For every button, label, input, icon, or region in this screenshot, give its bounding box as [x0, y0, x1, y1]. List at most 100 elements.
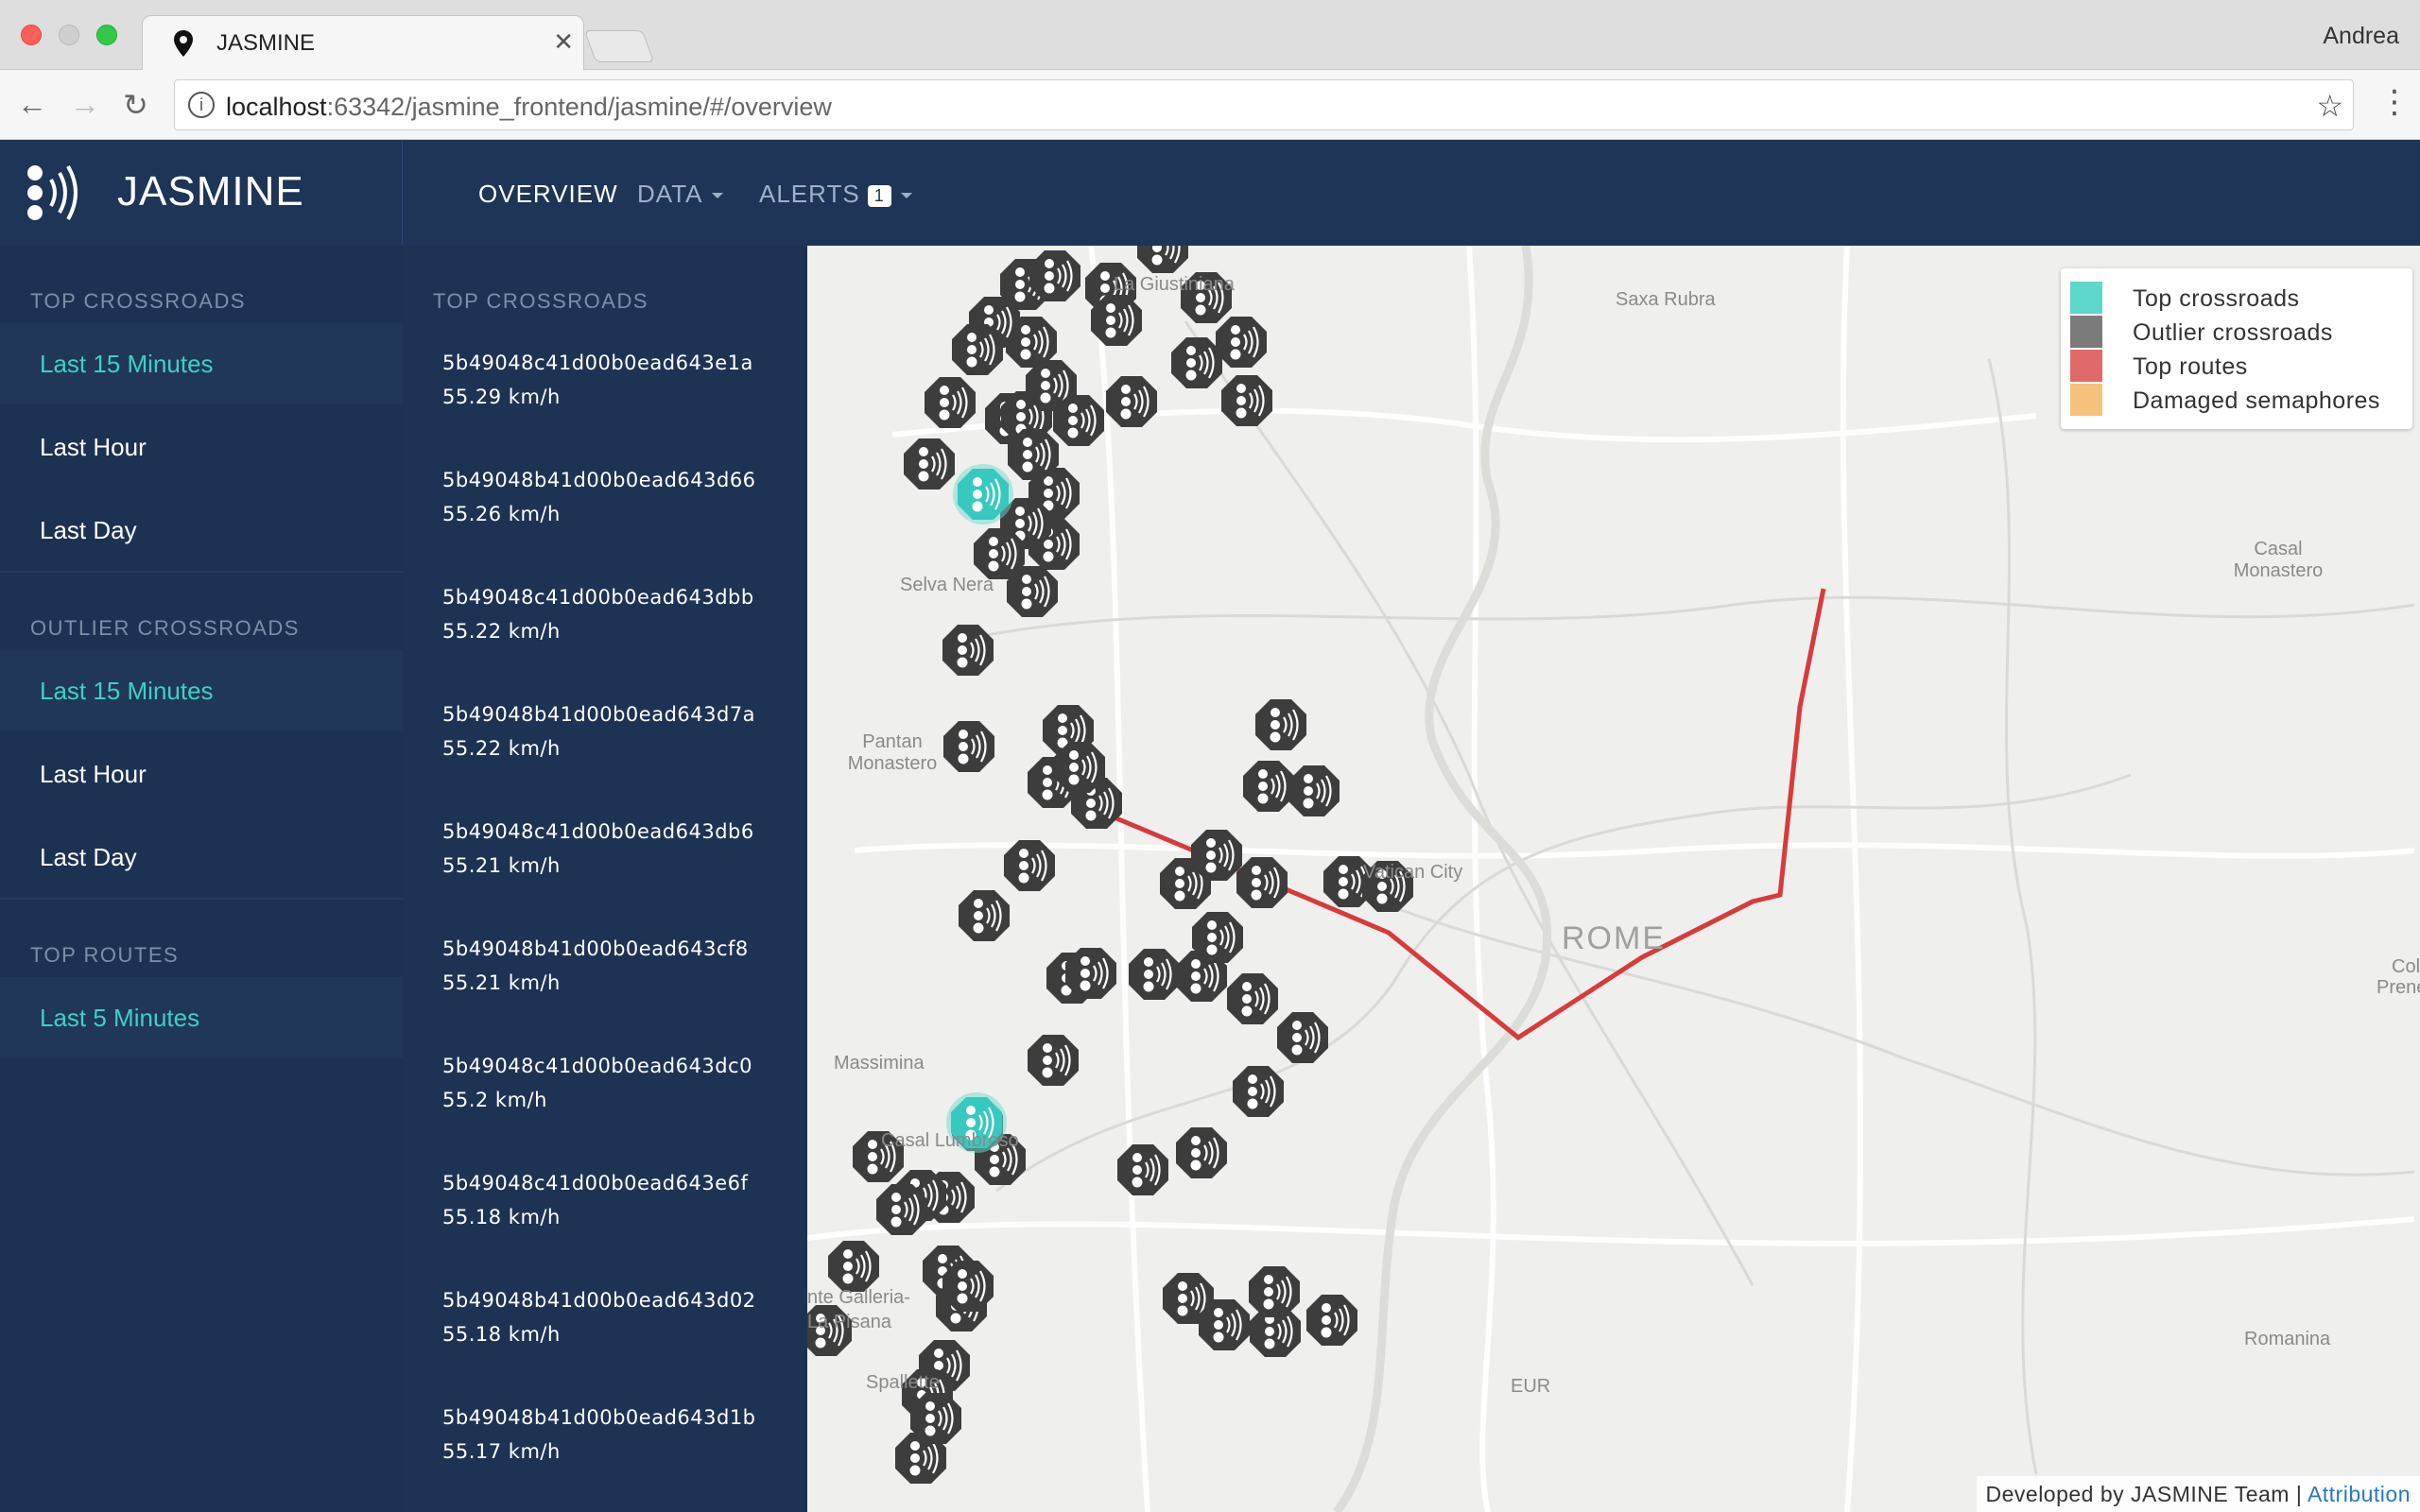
legend-swatch	[2070, 282, 2102, 314]
semaphore-icon[interactable]	[908, 1391, 963, 1446]
nav-alerts[interactable]: ALERTS 1	[759, 180, 912, 209]
semaphore-icon[interactable]	[1275, 1010, 1330, 1065]
back-arrow-icon[interactable]: ←	[17, 87, 47, 122]
semaphore-icon[interactable]	[1197, 1297, 1252, 1352]
list-item[interactable]: 5b49048b41d00b0ead643cf8 55.21 km/h	[442, 937, 802, 994]
semaphore-icon[interactable]	[923, 375, 977, 430]
legend-label: Outlier crossroads	[2133, 319, 2333, 346]
sidebar-item-outlier-hour[interactable]: Last Hour	[0, 733, 403, 815]
tab-title: JASMINE	[216, 30, 316, 56]
legend-label: Top crossroads	[2133, 285, 2300, 312]
semaphore-icon[interactable]	[950, 322, 1005, 377]
close-window-button[interactable]	[21, 25, 42, 45]
list-item[interactable]: 5b49048b41d00b0ead643d02 55.18 km/h	[442, 1289, 802, 1346]
app-navbar: JASMINE OVERVIEW DATA ALERTS 1	[0, 140, 2420, 246]
semaphore-icon[interactable]	[1235, 855, 1289, 910]
semaphore-icon[interactable]	[1127, 947, 1182, 1002]
semaphore-icon[interactable]	[902, 437, 957, 491]
sidebar-item-outlier-15min[interactable]: Last 15 Minutes	[0, 650, 403, 731]
list-item[interactable]: 5b49048c41d00b0ead643dbb 55.22 km/h	[442, 586, 802, 643]
nav-overview[interactable]: OVERVIEW	[478, 180, 618, 209]
info-icon[interactable]: i	[188, 92, 215, 118]
sidebar-item-top-15min[interactable]: Last 15 Minutes	[0, 323, 403, 404]
list-item[interactable]: 5b49048b41d00b0ead643d7a 55.22 km/h	[442, 703, 802, 760]
sidebar-item-top-day[interactable]: Last Day	[0, 490, 403, 571]
minimize-window-button[interactable]	[59, 25, 79, 45]
semaphore-icon[interactable]	[1052, 740, 1107, 795]
list-item[interactable]: 5b49048c41d00b0ead643dc0 55.2 km/h	[442, 1055, 802, 1111]
sidebar-item-top-hour[interactable]: Last Hour	[0, 406, 403, 488]
semaphore-icon[interactable]	[956, 467, 1011, 522]
place-label: Casal Monastero	[2233, 539, 2324, 581]
tab-close-icon[interactable]: ✕	[553, 27, 574, 57]
semaphore-icon[interactable]	[874, 1182, 929, 1237]
semaphore-icon[interactable]	[1231, 1064, 1286, 1119]
semaphore-icon[interactable]	[1219, 373, 1274, 428]
attribution-link[interactable]: Attribution	[2308, 1482, 2411, 1506]
crossroad-id: 5b49048c41d00b0ead643e6f	[442, 1172, 749, 1194]
semaphore-icon[interactable]	[1135, 246, 1190, 275]
reload-icon[interactable]: ↻	[123, 87, 148, 123]
maximize-window-button[interactable]	[96, 25, 117, 45]
browser-toolbar: ← → ↻ i localhost:63342/jasmine_frontend…	[0, 70, 2420, 140]
semaphore-logo-icon	[27, 165, 78, 220]
crossroad-speed: 55.21 km/h	[442, 854, 561, 877]
semaphore-icon[interactable]	[1051, 393, 1106, 448]
map-pin-icon	[174, 30, 193, 57]
browser-tab[interactable]: JASMINE ✕	[142, 15, 584, 70]
semaphore-icon[interactable]	[942, 719, 996, 774]
semaphore-icon[interactable]	[1189, 828, 1244, 883]
semaphore-icon[interactable]	[1169, 335, 1224, 390]
crossroad-speed: 55.29 km/h	[442, 386, 561, 408]
semaphore-icon[interactable]	[1253, 697, 1308, 752]
map[interactable]: La Giustiniana Saxa Rubra Selva Nera Cas…	[807, 246, 2420, 1512]
sidebar-item-routes-5min[interactable]: Last 5 Minutes	[0, 977, 403, 1058]
nav-data[interactable]: DATA	[637, 180, 724, 209]
bookmark-star-icon[interactable]: ☆	[2316, 88, 2343, 124]
semaphore-icon[interactable]	[1002, 838, 1057, 893]
place-label: Selva Nera	[900, 575, 994, 595]
sidebar-item-outlier-day[interactable]: Last Day	[0, 816, 403, 898]
crossroad-id: 5b49048b41d00b0ead643cf8	[442, 937, 749, 960]
list-item[interactable]: 5b49048c41d00b0ead643e6f 55.18 km/h	[442, 1172, 802, 1228]
list-item[interactable]: 5b49048b41d00b0ead643d1b 55.17 km/h	[442, 1406, 802, 1463]
semaphore-icon[interactable]	[1225, 971, 1280, 1026]
semaphore-icon[interactable]	[1005, 564, 1060, 619]
semaphore-icon[interactable]	[1028, 249, 1082, 303]
list-item[interactable]: 5b49048c41d00b0ead643e1a 55.29 km/h	[442, 352, 802, 408]
semaphore-icon[interactable]	[1247, 1264, 1302, 1319]
semaphore-icon[interactable]	[1287, 764, 1341, 818]
address-bar[interactable]: i localhost:63342/jasmine_frontend/jasmi…	[174, 79, 2354, 130]
browser-user[interactable]: Andrea	[2323, 23, 2399, 50]
brand[interactable]: JASMINE	[0, 140, 403, 246]
semaphore-icon[interactable]	[1174, 1125, 1229, 1180]
semaphore-icon[interactable]	[1026, 1033, 1080, 1088]
crossroad-speed: 55.21 km/h	[442, 971, 561, 994]
semaphore-icon[interactable]	[941, 623, 995, 678]
semaphore-icon[interactable]	[1006, 427, 1061, 482]
crossroad-id: 5b49048b41d00b0ead643d66	[442, 469, 756, 491]
semaphore-icon[interactable]	[1305, 1293, 1359, 1348]
legend-swatch	[2070, 316, 2102, 348]
nav-data-label: DATA	[637, 180, 703, 208]
semaphore-icon[interactable]	[1115, 1143, 1170, 1197]
semaphore-icon[interactable]	[1190, 910, 1245, 965]
semaphore-icon[interactable]	[1241, 759, 1296, 814]
list-item[interactable]: 5b49048b41d00b0ead643d66 55.26 km/h	[442, 469, 802, 525]
map-canvas[interactable]	[807, 246, 2420, 1512]
semaphore-icon[interactable]	[957, 888, 1011, 943]
semaphore-icon[interactable]	[941, 1259, 995, 1314]
new-tab-button[interactable]	[583, 30, 655, 62]
list-item[interactable]: 5b49048c41d00b0ead643db6 55.21 km/h	[442, 820, 802, 877]
semaphore-icon[interactable]	[826, 1239, 881, 1294]
place-label: Vatican City	[1363, 862, 1463, 883]
browser-menu-icon[interactable]: ⋮	[2378, 83, 2411, 121]
crossroad-speed: 55.22 km/h	[442, 620, 561, 643]
crossroad-speed: 55.2 km/h	[442, 1089, 547, 1111]
forward-arrow-icon[interactable]: →	[70, 87, 100, 122]
semaphore-icon[interactable]	[1089, 293, 1144, 348]
place-label: La Pisana	[807, 1312, 891, 1332]
semaphore-icon[interactable]	[1214, 315, 1269, 369]
semaphore-icon[interactable]	[1063, 946, 1118, 1001]
semaphore-icon[interactable]	[1104, 374, 1159, 429]
